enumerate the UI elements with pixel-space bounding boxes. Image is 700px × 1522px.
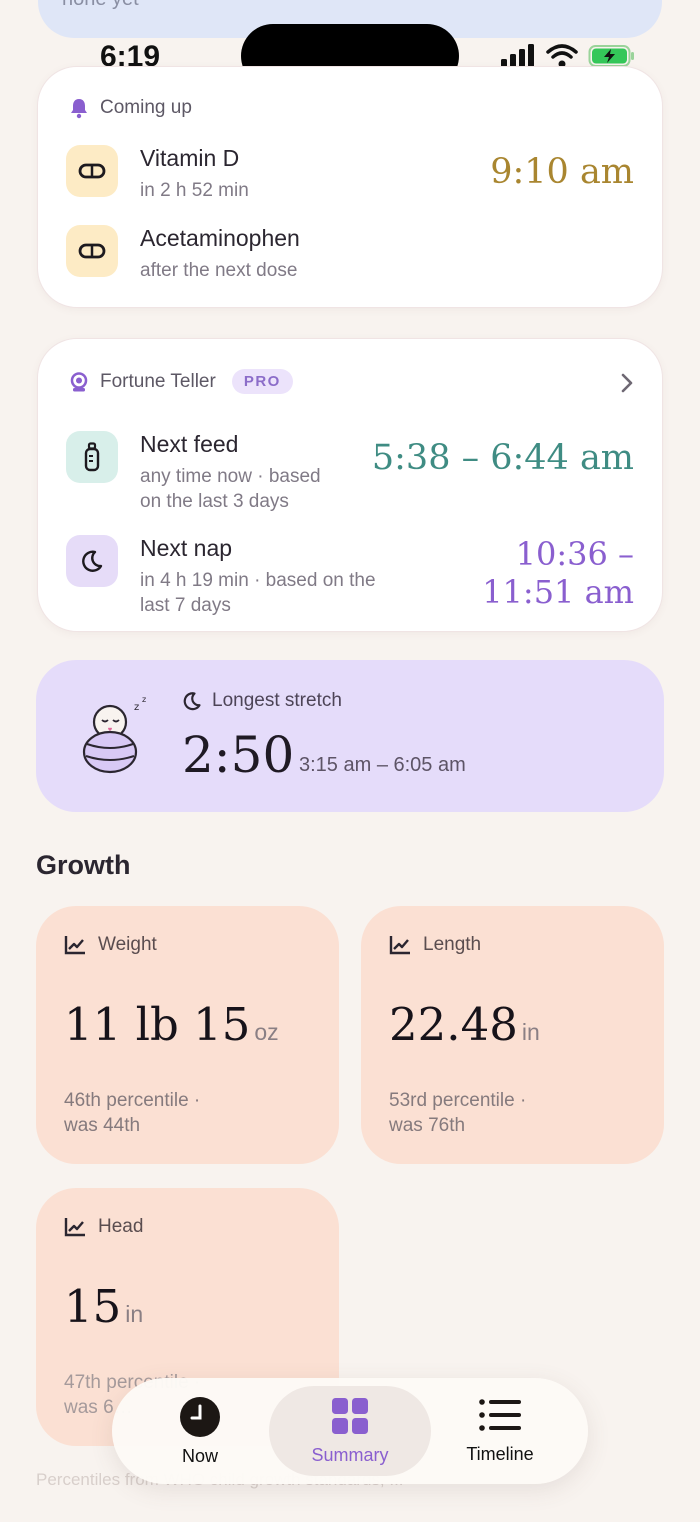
chart-trend-icon — [389, 936, 410, 955]
svg-text:z: z — [134, 702, 139, 713]
grid-icon — [332, 1397, 368, 1434]
fortune-teller-title: Fortune Teller — [100, 370, 216, 392]
medication-due: in 2 h 52 min — [140, 180, 249, 201]
prediction-basis: in 4 h 19 min · based on the last 7 days — [140, 570, 376, 616]
bell-icon — [71, 99, 87, 119]
list-item-vitamin-d[interactable]: Vitamin D in 2 h 52 min 9:10 am — [66, 145, 634, 203]
coming-up-title: Coming up — [100, 97, 192, 118]
coming-up-card[interactable]: Coming up Vitamin D in 2 h 52 min 9:10 a… — [37, 66, 663, 308]
chart-trend-icon — [64, 1218, 85, 1237]
longest-stretch-header: Longest stretch — [182, 690, 342, 712]
growth-card-length[interactable]: Length 22.48 in 53rd percentile · was 76t… — [361, 906, 664, 1164]
prediction-time: 10:36 – 11:51 am — [482, 535, 634, 611]
battery-charging-icon — [588, 45, 634, 67]
fortune-teller-card[interactable]: Fortune Teller PRO Next feed any time no… — [37, 338, 663, 632]
fortune-teller-header: Fortune Teller PRO — [68, 369, 293, 394]
growth-label: Head — [98, 1216, 144, 1237]
medication-due: after the next dose — [140, 260, 298, 281]
pill-icon — [66, 225, 118, 277]
list-item-next-feed[interactable]: Next feed any time now · based on the la… — [66, 431, 634, 514]
chevron-right-icon[interactable] — [620, 373, 634, 393]
growth-value: 15 in — [64, 1280, 144, 1333]
growth-value: 22.48 in — [389, 998, 540, 1051]
coming-up-header: Coming up — [68, 97, 192, 119]
sleeping-baby-icon: z z — [82, 695, 146, 774]
list-item-next-nap[interactable]: Next nap in 4 h 19 min · based on the la… — [66, 535, 634, 618]
growth-percentile-note: 53rd percentile · was 76th — [389, 1090, 527, 1136]
growth-section-title: Growth — [36, 850, 131, 880]
wifi-icon — [546, 44, 578, 68]
tab-label: Summary — [311, 1444, 389, 1465]
growth-value: 11 lb 15 oz — [64, 998, 279, 1051]
prediction-name: Next nap — [140, 535, 233, 561]
longest-stretch-label: Longest stretch — [212, 690, 342, 711]
prediction-time: 5:38 – 6:44 am — [371, 438, 634, 478]
clock-icon — [180, 1396, 220, 1437]
medication-name: Acetaminophen — [140, 225, 300, 251]
chart-trend-icon — [64, 936, 85, 955]
tab-label: Timeline — [466, 1443, 534, 1464]
bottle-icon — [66, 431, 118, 483]
medication-time: 9:10 am — [490, 152, 634, 192]
svg-text:z: z — [142, 695, 146, 704]
tab-summary[interactable]: Summary — [270, 1378, 430, 1484]
prediction-basis: any time now · based on the last 3 days — [140, 466, 321, 512]
crystal-ball-icon — [70, 371, 88, 391]
prediction-name: Next feed — [140, 431, 239, 457]
pill-icon — [66, 145, 118, 197]
tab-now[interactable]: Now — [120, 1378, 280, 1484]
growth-card-weight[interactable]: Weight 11 lb 15 oz 46th percentile · was … — [36, 906, 339, 1164]
previous-card-text: none yet — [62, 0, 139, 11]
growth-percentile-note: 46th percentile · was 44th — [64, 1090, 201, 1136]
tab-timeline[interactable]: Timeline — [420, 1378, 580, 1484]
medication-name: Vitamin D — [140, 145, 240, 171]
status-icons — [500, 44, 636, 68]
longest-stretch-range: 3:15 am – 6:05 am — [299, 754, 466, 776]
list-icon — [479, 1398, 521, 1431]
pro-badge: PRO — [231, 369, 293, 394]
tab-bar: Now Summary Timeline — [112, 1378, 588, 1484]
longest-stretch-duration: 2:50 — [182, 726, 295, 784]
growth-label: Weight — [98, 934, 157, 955]
longest-stretch-card[interactable]: z z Longest stretch 2:50 3:15 am – 6:05 … — [36, 660, 664, 812]
growth-label: Length — [423, 934, 482, 955]
moon-icon — [66, 535, 118, 587]
tab-label: Now — [181, 1445, 218, 1466]
cellular-signal-icon — [501, 44, 534, 67]
moon-icon — [183, 692, 201, 711]
list-item-acetaminophen[interactable]: Acetaminophen after the next dose — [66, 225, 634, 283]
